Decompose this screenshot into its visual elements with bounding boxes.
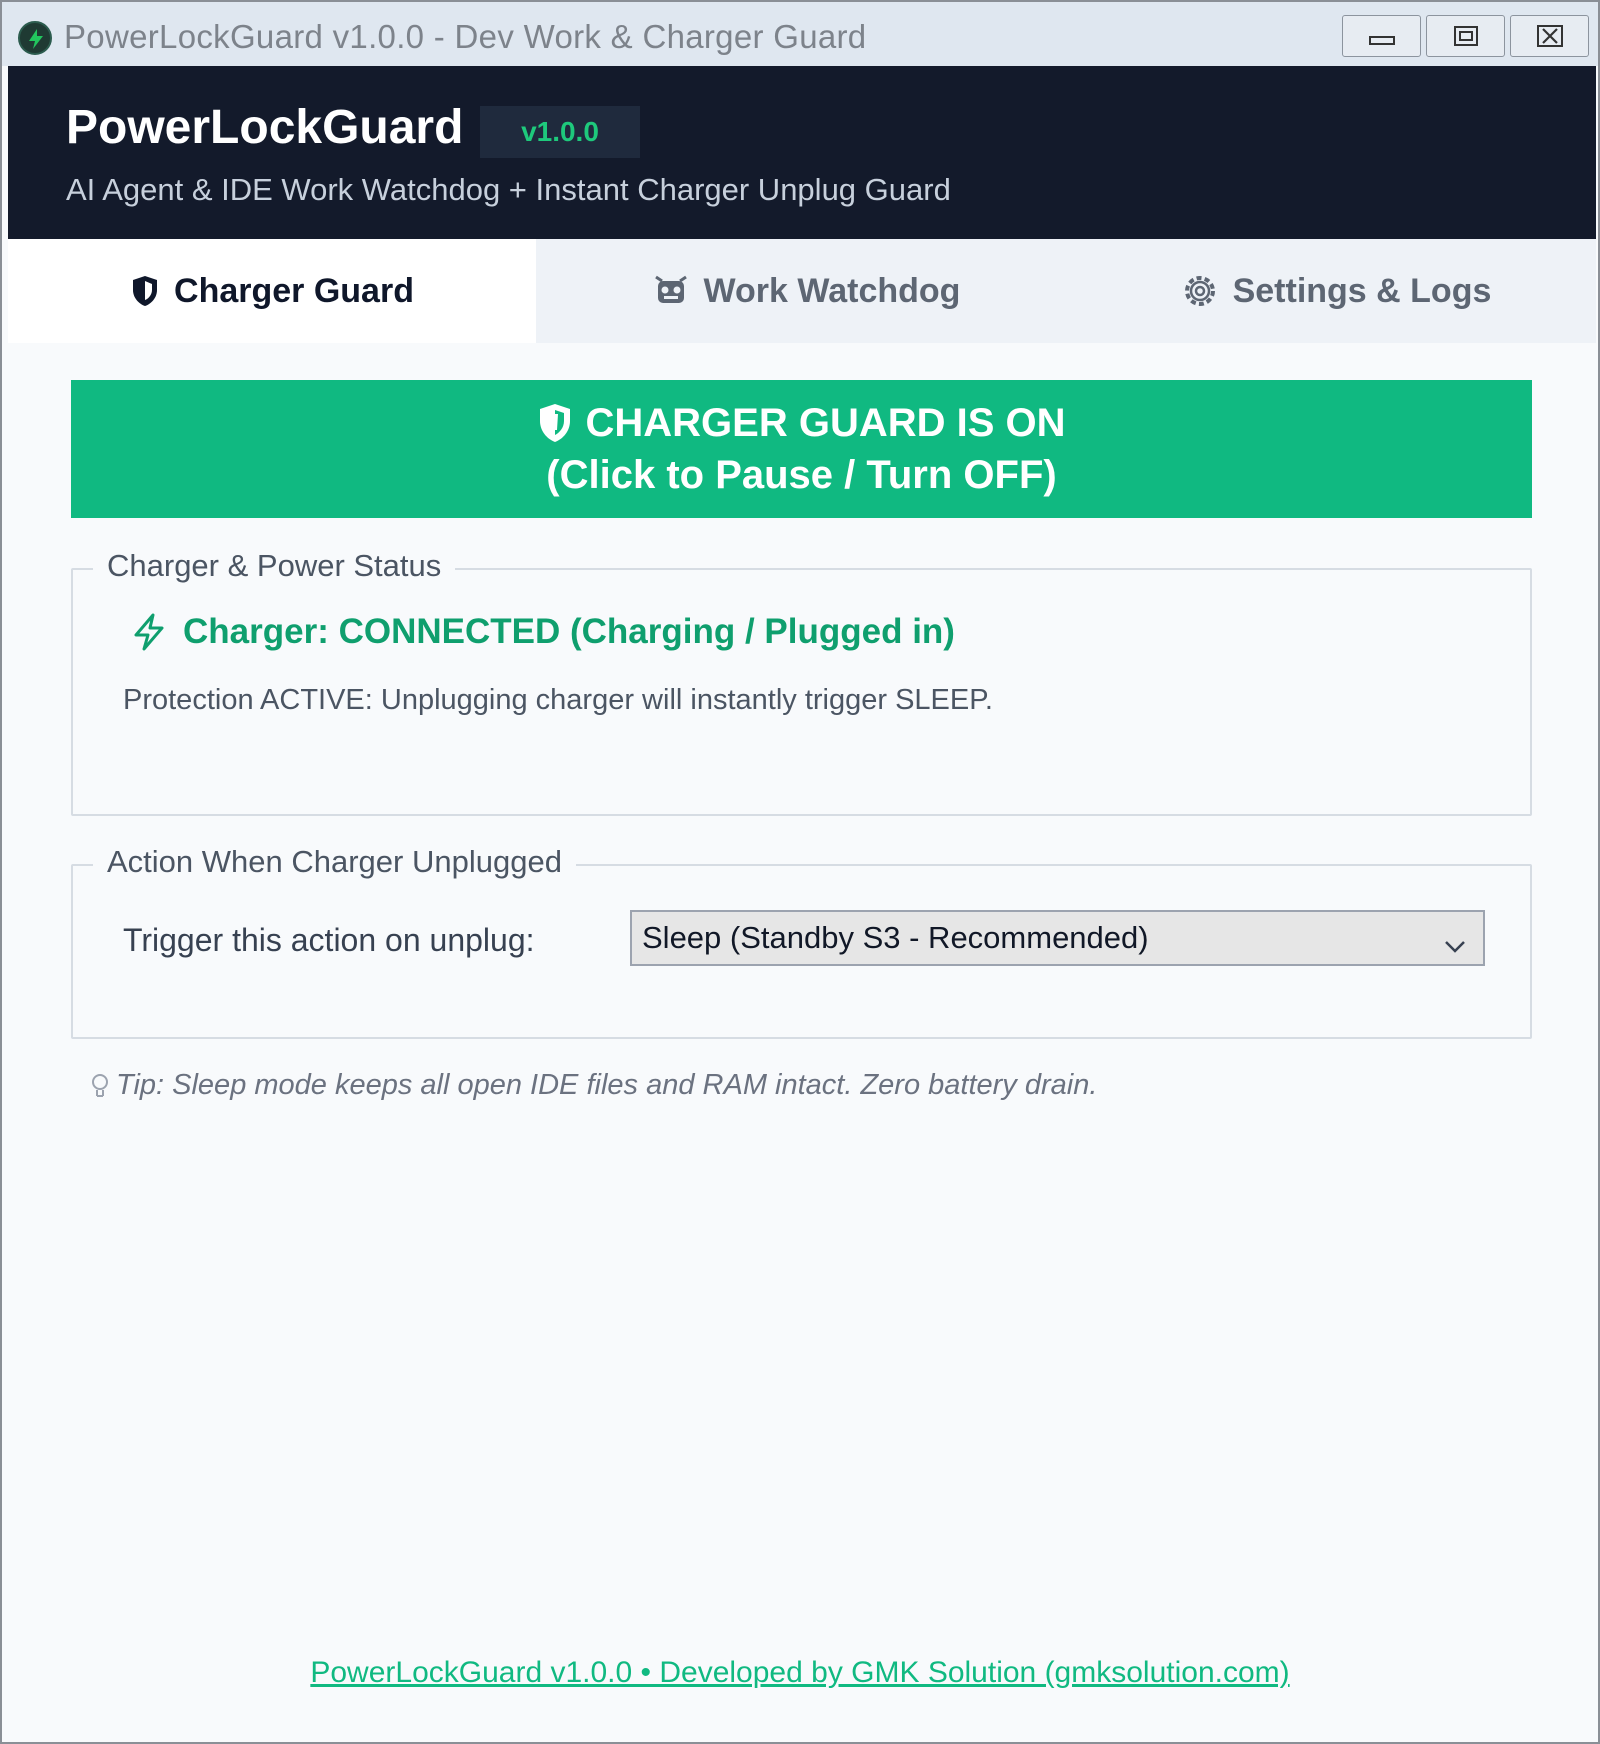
protection-status-text: Protection ACTIVE: Unplugging charger wi… bbox=[123, 684, 993, 716]
tip-text-row: Tip: Sleep mode keeps all open IDE files… bbox=[90, 1069, 1097, 1102]
close-icon bbox=[1537, 25, 1563, 47]
tab-charger-guard[interactable]: Charger Guard bbox=[8, 239, 536, 343]
charger-status-text: Charger: CONNECTED (Charging / Plugged i… bbox=[183, 612, 955, 651]
charger-guard-toggle-button[interactable]: CHARGER GUARD IS ON (Click to Pause / Tu… bbox=[71, 380, 1532, 518]
tab-settings-logs[interactable]: Settings & Logs bbox=[1076, 239, 1596, 343]
app-header: PowerLockGuard v1.0.0 AI Agent & IDE Wor… bbox=[8, 66, 1596, 239]
charger-power-status-group: Charger & Power Status Charger: CONNECTE… bbox=[71, 548, 1532, 816]
lightning-icon bbox=[129, 612, 169, 652]
unplug-action-group: Action When Charger Unplugged Trigger th… bbox=[71, 844, 1532, 1039]
tip-text: Tip: Sleep mode keeps all open IDE files… bbox=[116, 1069, 1098, 1101]
shield-icon bbox=[130, 274, 160, 308]
power-bolt-icon bbox=[18, 21, 52, 55]
close-button[interactable] bbox=[1510, 15, 1589, 57]
maximize-icon bbox=[1454, 26, 1478, 46]
developer-link[interactable]: PowerLockGuard v1.0.0 • Developed by GMK… bbox=[2, 1656, 1598, 1690]
shield-icon bbox=[537, 402, 573, 444]
tab-label: Charger Guard bbox=[174, 271, 414, 310]
group-title: Action When Charger Unplugged bbox=[93, 844, 576, 880]
title-bar[interactable]: PowerLockGuard v1.0.0 - Dev Work & Charg… bbox=[2, 2, 1598, 66]
tab-label: Settings & Logs bbox=[1232, 271, 1492, 310]
tab-bar: Charger Guard Work Watchdog Settings & L… bbox=[8, 239, 1596, 343]
tab-work-watchdog[interactable]: Work Watchdog bbox=[536, 239, 1076, 343]
guard-action-hint: (Click to Pause / Turn OFF) bbox=[546, 453, 1057, 497]
version-badge: v1.0.0 bbox=[480, 106, 640, 158]
app-window: PowerLockGuard v1.0.0 - Dev Work & Charg… bbox=[0, 0, 1600, 1744]
minimize-icon bbox=[1369, 36, 1395, 45]
trigger-action-label: Trigger this action on unplug: bbox=[123, 922, 535, 958]
group-title: Charger & Power Status bbox=[93, 548, 456, 584]
lightbulb-icon bbox=[90, 1072, 110, 1100]
tab-label: Work Watchdog bbox=[703, 271, 961, 310]
minimize-button[interactable] bbox=[1342, 15, 1421, 57]
chevron-down-icon bbox=[1443, 928, 1467, 964]
robot-icon bbox=[652, 273, 690, 309]
gear-icon bbox=[1181, 272, 1219, 310]
maximize-button[interactable] bbox=[1426, 15, 1505, 57]
window-title: PowerLockGuard v1.0.0 - Dev Work & Charg… bbox=[64, 18, 867, 55]
guard-status-text: CHARGER GUARD IS ON bbox=[585, 401, 1066, 445]
unplug-action-dropdown[interactable]: Sleep (Standby S3 - Recommended) bbox=[630, 910, 1485, 966]
app-brand: PowerLockGuard bbox=[66, 101, 464, 154]
app-subtitle: AI Agent & IDE Work Watchdog + Instant C… bbox=[66, 172, 951, 207]
selected-action-value: Sleep (Standby S3 - Recommended) bbox=[642, 920, 1149, 955]
